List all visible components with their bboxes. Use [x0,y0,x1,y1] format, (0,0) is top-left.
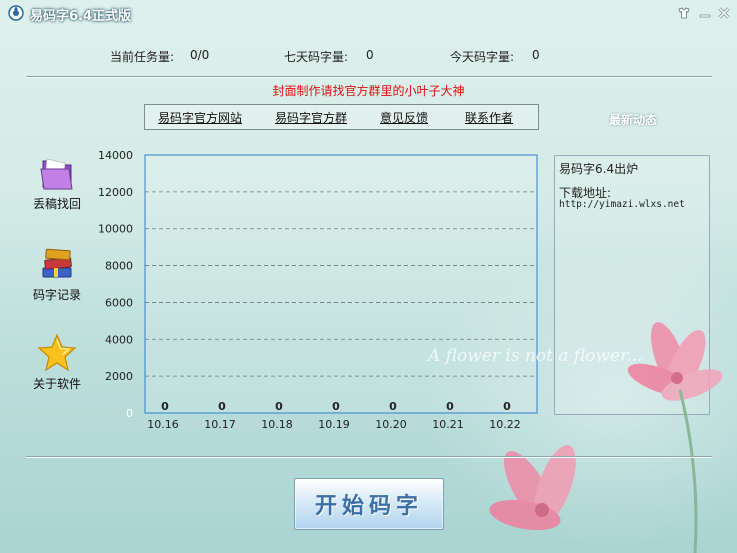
link-official-site[interactable]: 易码字官方网站 [158,109,242,126]
x-tick-label: 10.18 [261,418,293,431]
x-tick-label: 10.21 [432,418,464,431]
x-tick-label: 10.20 [375,418,407,431]
star-icon [37,333,77,372]
start-typing-label: 开始码字 [314,493,423,519]
bar-data-label: 0 [446,400,454,413]
title-bar[interactable]: 易码字6.4正式版 [0,0,737,26]
y-tick-label: 6000 [105,296,133,309]
folder-icon [40,158,73,190]
skin-icon[interactable] [676,5,692,21]
bar-data-label: 0 [389,400,397,413]
news-title: 最新动态 [609,113,658,127]
app-icon [8,5,24,21]
link-feedback[interactable]: 意见反馈 [380,109,428,126]
close-icon[interactable] [716,5,732,21]
flower-decoration [489,322,723,553]
link-contact-author[interactable]: 联系作者 [465,109,513,126]
x-tick-label: 10.19 [318,418,350,431]
news-headline: 易码字6.4出炉 [559,162,639,176]
y-tick-label: 10000 [98,223,133,236]
link-bar: 易码字官方网站 易码字官方群 意见反馈 联系作者 [144,104,539,130]
x-tick-label: 10.17 [204,418,236,431]
y-tick-label: 2000 [105,370,133,383]
bar-data-label: 0 [332,400,340,413]
current-tasks-value: 0/0 [190,48,210,62]
sidebar-item-recover-draft[interactable]: 丢稿找回 [22,153,92,212]
seven-day-label: 七天码字量: [284,50,349,64]
today-label: 今天码字量: [450,50,515,64]
sidebar-label-recover-draft: 丢稿找回 [32,197,81,211]
y-tick-label: 0 [126,407,133,420]
current-tasks-label: 当前任务量: [110,50,175,64]
today-value: 0 [532,48,540,62]
books-icon [42,248,72,278]
bar-data-label: 0 [161,400,169,413]
y-tick-label: 4000 [105,333,133,346]
watermark-text: A flower is not a flower... [428,346,643,366]
window-title: 易码字6.4正式版 [30,9,132,24]
sidebar-label-typing-record: 码字记录 [32,288,81,302]
sidebar-label-about: 关于软件 [32,377,81,391]
start-typing-button[interactable]: 开始码字 [294,478,444,530]
y-tick-label: 12000 [98,186,133,199]
top-divider [26,76,712,78]
bar-data-label: 0 [218,400,226,413]
x-tick-label: 10.16 [147,418,179,431]
minimize-icon[interactable] [697,5,713,21]
y-tick-label: 14000 [98,149,133,162]
notice-text: 封面制作请找官方群里的小叶子大神 [272,84,465,98]
sidebar-item-about[interactable]: 关于软件 [22,333,92,392]
bottom-divider [26,456,712,458]
seven-day-value: 0 [366,48,374,62]
y-tick-label: 8000 [105,260,133,273]
sidebar-item-typing-record[interactable]: 码字记录 [22,244,92,303]
link-official-group[interactable]: 易码字官方群 [275,109,347,126]
main-window: 易码字6.4正式版 当前任务量: 0/0 七天码字量: 0 今天码字量: 0 封… [0,0,737,553]
bar-data-label: 0 [275,400,283,413]
news-download-url[interactable]: http://yimazi.wlxs.net [559,199,685,210]
